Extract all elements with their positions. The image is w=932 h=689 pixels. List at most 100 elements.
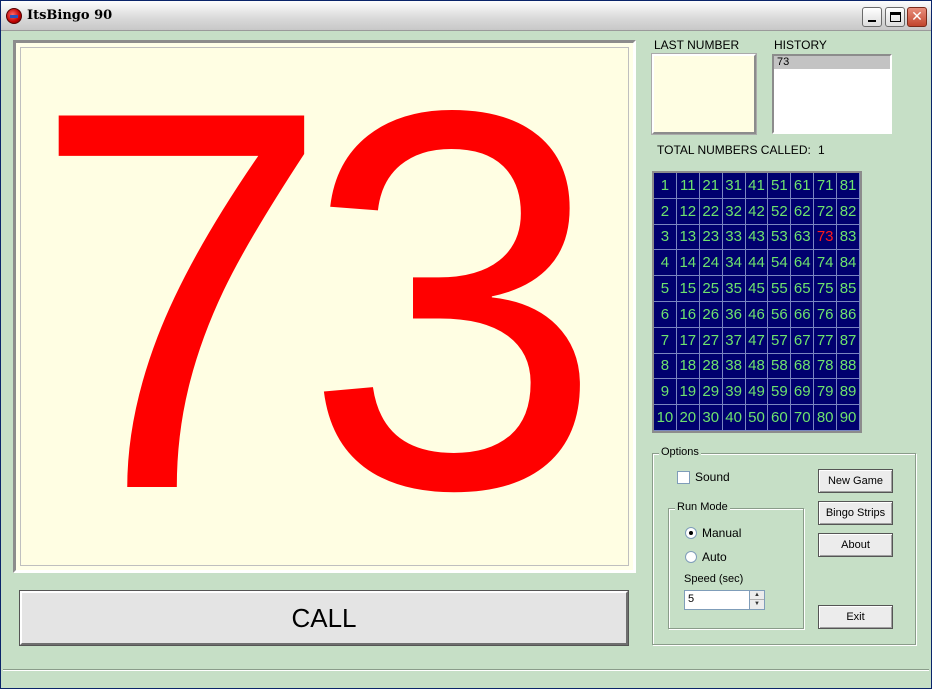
board-cell: 64 <box>791 250 815 277</box>
history-item[interactable]: 73 <box>774 56 890 69</box>
total-called-label: TOTAL NUMBERS CALLED: <box>657 143 811 157</box>
board-cell: 29 <box>699 379 723 406</box>
board-cell: 82 <box>837 198 860 225</box>
board-cell: 55 <box>768 276 792 302</box>
auto-radio[interactable] <box>685 551 697 563</box>
board-cell: 13 <box>676 224 700 251</box>
speed-input[interactable]: 5 <box>684 590 750 610</box>
board-cell: 61 <box>791 173 815 199</box>
board-cell: 8 <box>654 353 677 380</box>
board-cell: 22 <box>699 198 723 225</box>
board-cell: 62 <box>791 198 815 225</box>
call-button[interactable]: CALL <box>19 590 629 646</box>
board-cell: 68 <box>791 353 815 380</box>
spin-up-icon[interactable]: ▲ <box>750 591 764 600</box>
number-display: 73 <box>13 40 636 573</box>
bingo-strips-button[interactable]: Bingo Strips <box>818 501 893 525</box>
manual-label: Manual <box>702 526 742 540</box>
board-cell: 52 <box>768 198 792 225</box>
board-cell: 77 <box>814 327 838 354</box>
board-cell: 60 <box>768 405 792 431</box>
close-button[interactable]: ✕ <box>907 7 927 27</box>
board-cell: 51 <box>768 173 792 199</box>
board-cell: 88 <box>837 353 860 380</box>
board-cell: 75 <box>814 276 838 302</box>
board-cell: 79 <box>814 379 838 406</box>
board-cell: 32 <box>722 198 746 225</box>
speed-stepper[interactable]: ▲ ▼ <box>749 590 765 610</box>
board-cell: 80 <box>814 405 838 431</box>
title-bar[interactable]: ItsBingo 90 ✕ <box>1 1 931 31</box>
manual-radio[interactable] <box>685 527 697 539</box>
board-cell: 46 <box>745 301 769 328</box>
close-icon: ✕ <box>911 9 923 25</box>
board-cell: 49 <box>745 379 769 406</box>
number-board: 1 11 21 31 41 51 61 71 81 2 12 22 32 42 52 62 72 82 3 13 23 3… <box>652 171 862 433</box>
board-cell: 34 <box>722 250 746 277</box>
board-cell: 85 <box>837 276 860 302</box>
maximize-icon <box>889 12 901 22</box>
minimize-button[interactable] <box>862 7 882 27</box>
maximize-button[interactable] <box>885 7 905 27</box>
board-cell: 14 <box>676 250 700 277</box>
total-called-value: 1 <box>818 143 825 157</box>
board-cell: 5 <box>654 276 677 302</box>
board-cell: 56 <box>768 301 792 328</box>
board-cell: 30 <box>699 405 723 431</box>
new-game-button[interactable]: New Game <box>818 469 893 493</box>
board-cell: 45 <box>745 276 769 302</box>
board-cell: 33 <box>722 224 746 251</box>
board-cell: 83 <box>837 224 860 251</box>
board-cell: 78 <box>814 353 838 380</box>
board-cell: 35 <box>722 276 746 302</box>
board-cell: 41 <box>745 173 769 199</box>
board-cell: 71 <box>814 173 838 199</box>
board-cell: 74 <box>814 250 838 277</box>
board-cell: 28 <box>699 353 723 380</box>
board-cell: 42 <box>745 198 769 225</box>
board-cell: 6 <box>654 301 677 328</box>
board-cell: 18 <box>676 353 700 380</box>
run-mode-title: Run Mode <box>675 501 730 513</box>
board-cell: 47 <box>745 327 769 354</box>
board-cell: 70 <box>791 405 815 431</box>
board-cell: 86 <box>837 301 860 328</box>
board-cell: 87 <box>837 327 860 354</box>
speed-label: Speed (sec) <box>684 573 744 585</box>
auto-label: Auto <box>702 550 727 564</box>
board-cell: 72 <box>814 198 838 225</box>
board-cell: 90 <box>837 405 860 431</box>
board-cell-called: 73 <box>814 224 838 251</box>
last-number-label: LAST NUMBER <box>654 38 740 52</box>
bingo-ball-icon <box>6 8 22 24</box>
board-cell: 54 <box>768 250 792 277</box>
board-cell: 23 <box>699 224 723 251</box>
board-cell: 36 <box>722 301 746 328</box>
board-cell: 66 <box>791 301 815 328</box>
board-cell: 63 <box>791 224 815 251</box>
board-cell: 11 <box>676 173 700 199</box>
number-display-panel: 73 <box>20 47 629 566</box>
board-cell: 40 <box>722 405 746 431</box>
minimize-icon <box>868 20 876 22</box>
exit-button[interactable]: Exit <box>818 605 893 629</box>
board-cell: 69 <box>791 379 815 406</box>
history-list[interactable]: 73 <box>772 54 892 134</box>
board-cell: 76 <box>814 301 838 328</box>
board-cell: 31 <box>722 173 746 199</box>
board-cell: 3 <box>654 224 677 251</box>
history-label: HISTORY <box>774 38 827 52</box>
board-cell: 38 <box>722 353 746 380</box>
board-cell: 21 <box>699 173 723 199</box>
current-number: 73 <box>31 47 604 566</box>
board-cell: 1 <box>654 173 677 199</box>
sound-checkbox[interactable] <box>677 471 690 484</box>
spin-down-icon[interactable]: ▼ <box>750 600 764 609</box>
board-cell: 20 <box>676 405 700 431</box>
about-button[interactable]: About <box>818 533 893 557</box>
board-cell: 50 <box>745 405 769 431</box>
sound-label: Sound <box>695 470 730 484</box>
board-cell: 89 <box>837 379 860 406</box>
board-cell: 17 <box>676 327 700 354</box>
board-cell: 43 <box>745 224 769 251</box>
